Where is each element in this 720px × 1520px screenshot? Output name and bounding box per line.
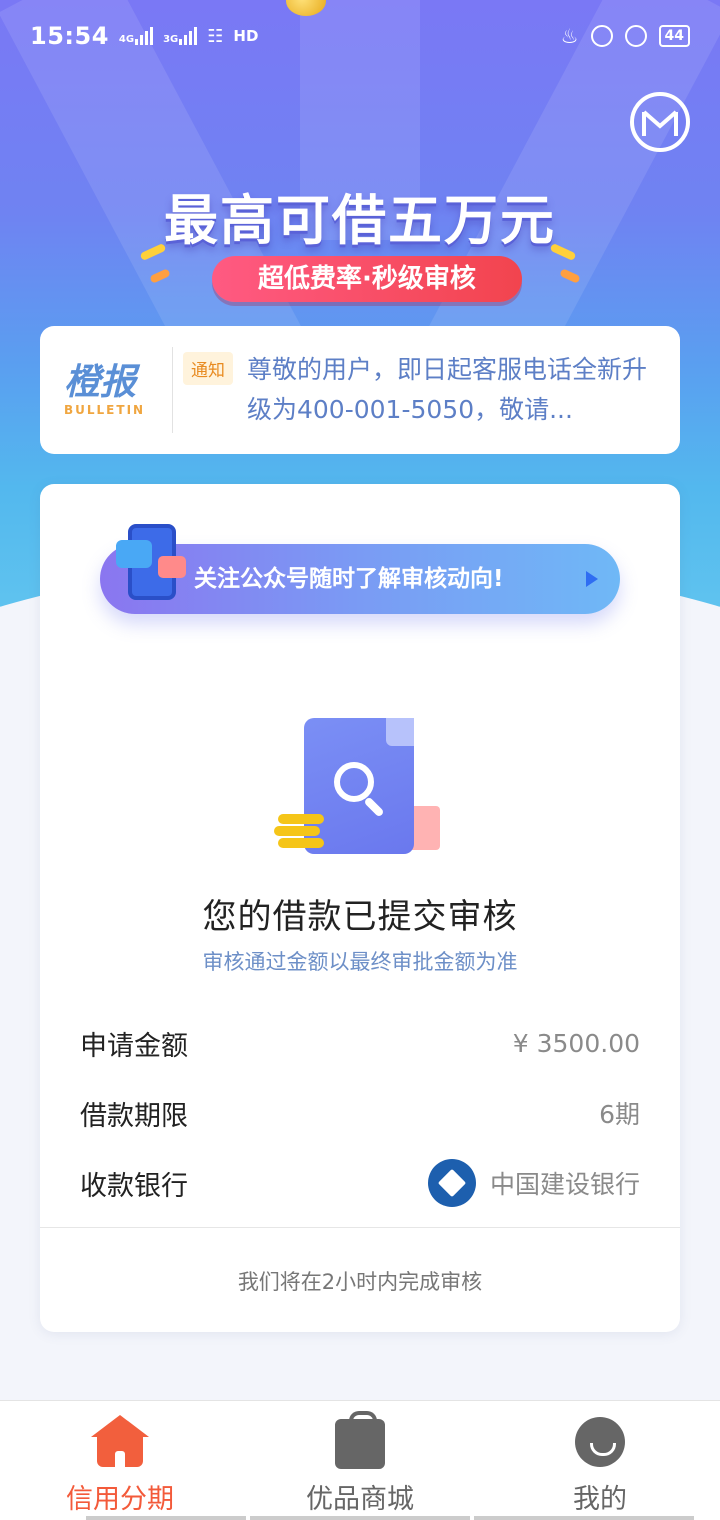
home-icon bbox=[91, 1415, 149, 1467]
detail-value: ¥ 3500.00 bbox=[512, 1028, 640, 1058]
detail-row-term: 借款期限 6期 bbox=[80, 1088, 640, 1138]
battery-indicator: 44 bbox=[658, 25, 690, 47]
loan-status-card: 关注公众号随时了解审核动向! 您的借款已提交审核 审核通过金额以最终审批金额为准… bbox=[40, 484, 680, 1332]
detail-value: 6期 bbox=[599, 1100, 640, 1129]
profile-icon bbox=[575, 1417, 625, 1467]
bank-name: 中国建设银行 bbox=[489, 1170, 640, 1199]
nav-label: 我的 bbox=[573, 1484, 627, 1515]
wifi-icon: ☷ bbox=[207, 25, 224, 47]
detail-label: 借款期限 bbox=[80, 1100, 188, 1132]
detail-row-amount: 申请金额 ¥ 3500.00 bbox=[80, 1018, 640, 1068]
signal-3g-icon: 3G bbox=[163, 27, 198, 45]
gesture-bar bbox=[86, 1516, 246, 1520]
hero-title: 最高可借五万元 bbox=[164, 189, 556, 252]
hero-pill-badge: 超低费率·秒级审核 bbox=[212, 256, 522, 302]
play-arrow-icon bbox=[586, 571, 598, 587]
rotation-lock-icon bbox=[590, 25, 613, 47]
nav-item-mine[interactable]: 我的 bbox=[480, 1401, 720, 1520]
review-title: 您的借款已提交审核 bbox=[202, 897, 518, 937]
detail-label: 收款银行 bbox=[80, 1170, 188, 1202]
nav-label: 信用分期 bbox=[66, 1484, 174, 1515]
coins-icon bbox=[274, 814, 324, 850]
app-screen: 15:54 4G 3G ☷ HD ♨ 44 最高可借五万元 超低费率·秒级审核 bbox=[0, 0, 720, 1520]
review-time-note: 我们将在2小时内完成审核 bbox=[237, 1270, 483, 1294]
shopping-bag-icon bbox=[335, 1411, 385, 1469]
hd-icon: HD bbox=[233, 27, 259, 45]
divider bbox=[40, 1227, 680, 1228]
gesture-bar bbox=[250, 1516, 470, 1520]
bottom-navigation: 信用分期 优品商城 我的 bbox=[0, 1400, 720, 1520]
nav-item-mall[interactable]: 优品商城 bbox=[240, 1401, 480, 1520]
follow-official-account-banner[interactable]: 关注公众号随时了解审核动向! bbox=[100, 544, 620, 614]
detail-label: 申请金额 bbox=[80, 1030, 188, 1062]
status-time: 15:54 bbox=[30, 22, 109, 50]
alarm-icon bbox=[624, 25, 647, 47]
vibrate-icon: ♨ bbox=[560, 24, 579, 48]
bulletin-card[interactable]: 橙报 BULLETIN 通知 尊敬的用户，即日起客服电话全新升级为400-001… bbox=[40, 326, 680, 454]
notice-tag: 通知 bbox=[183, 352, 233, 385]
detail-row-bank: 收款银行 中国建设银行 bbox=[80, 1158, 640, 1208]
follow-banner-text: 关注公众号随时了解审核动向! bbox=[194, 566, 504, 592]
gesture-bar bbox=[474, 1516, 694, 1520]
status-bar: 15:54 4G 3G ☷ HD ♨ 44 bbox=[0, 0, 720, 72]
chat-bubble-icon bbox=[158, 556, 186, 578]
bulletin-text: 尊敬的用户，即日起客服电话全新升级为400-001-5050，敬请... bbox=[247, 355, 647, 424]
ccb-bank-icon bbox=[427, 1159, 476, 1207]
divider bbox=[172, 347, 173, 433]
detail-value: 中国建设银行 bbox=[427, 1159, 640, 1207]
nav-label: 优品商城 bbox=[306, 1484, 414, 1515]
review-subtitle: 审核通过金额以最终审批金额为准 bbox=[202, 950, 518, 974]
m-logo-icon[interactable] bbox=[630, 92, 690, 152]
bulletin-logo: 橙报 BULLETIN bbox=[64, 362, 146, 418]
document-search-illustration bbox=[274, 714, 448, 859]
magnifier-icon bbox=[334, 762, 374, 802]
chat-bubble-icon bbox=[116, 540, 152, 568]
signal-4g-icon: 4G bbox=[119, 27, 154, 45]
nav-item-credit-installment[interactable]: 信用分期 bbox=[0, 1401, 240, 1520]
